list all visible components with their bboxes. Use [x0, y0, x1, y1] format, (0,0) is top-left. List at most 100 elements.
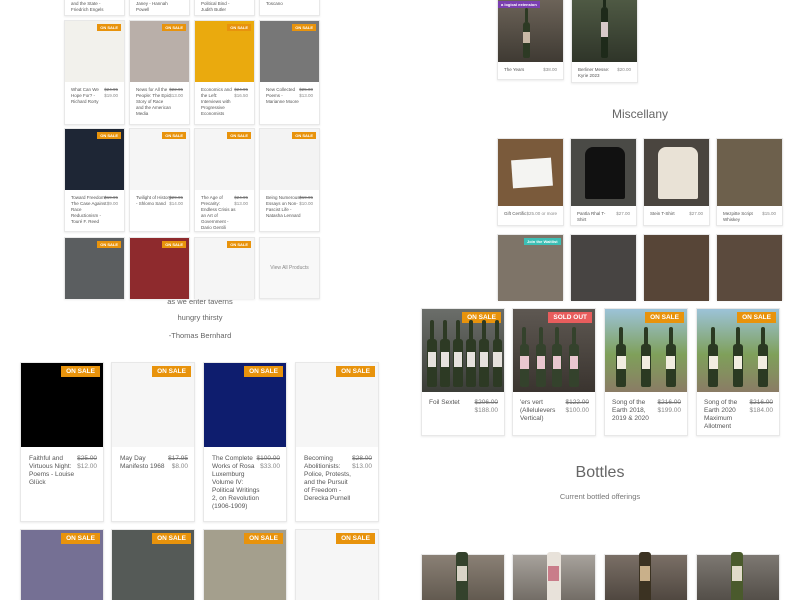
product-card[interactable]: Join the Waitlist [497, 234, 564, 301]
sale-price: $10.00 [299, 201, 313, 206]
product-title: 'ers vert (Allelulevers Vertical) [520, 399, 556, 422]
product-title: News for All the People: The Epic Story … [136, 87, 172, 116]
view-all-products-link[interactable]: View All Products [259, 237, 320, 299]
product-card[interactable] [696, 552, 780, 600]
product-card[interactable]: ON SALE [194, 237, 255, 299]
product-title: Berliner Messe: Kyrie 2023 [578, 67, 610, 78]
product-image: ON SALE [130, 129, 189, 190]
sale-badge: ON SALE [645, 312, 684, 323]
sale-price: $13.00 [169, 93, 183, 98]
product-card[interactable]: ON SALE Economics and the Left: Intervie… [194, 20, 255, 125]
product-title: Economics and the Left: Interviews with … [201, 87, 232, 116]
sale-badge: ON SALE [336, 366, 375, 377]
product-card[interactable]: ON SALE The Age of Precarity: Endless Cr… [194, 128, 255, 232]
product-title: Twilight of History - Shlomo Sand [136, 195, 172, 206]
product-title: What Can We Hope For? - Richard Rorty [71, 87, 99, 104]
product-image [422, 552, 504, 600]
sale-badge: ON SALE [162, 132, 186, 139]
sale-badge: ON SALE [244, 533, 283, 544]
product-title: Foil Sextet [429, 399, 460, 406]
product-title: Pantla Rhal T-Shirt [577, 211, 606, 222]
product-image [605, 552, 687, 600]
product-card[interactable]: ON SALE Being Numerous: Essays on Non-Fa… [259, 128, 320, 232]
product-card[interactable]: Political Bind - Judith Butler [194, 0, 255, 16]
product-card[interactable]: ON SALE [64, 237, 125, 299]
product-card[interactable]: SOLD OUT 'ers vert (Allelulevers Vertica… [512, 308, 596, 436]
product-title: Toscano [266, 1, 283, 6]
product-card[interactable]: ON SALE Song of the Earth 2018, 2019 & 2… [604, 308, 688, 436]
product-image [644, 139, 709, 206]
product-card[interactable]: ON SALE [203, 529, 287, 600]
sale-badge: ON SALE [162, 24, 186, 31]
product-image [498, 139, 563, 206]
product-card[interactable] [643, 234, 710, 301]
product-card[interactable]: ON SALE [129, 237, 190, 299]
sale-price: $12.00 [77, 463, 97, 470]
sale-price: $19.00 [104, 93, 118, 98]
sale-badge: ON SALE [737, 312, 776, 323]
product-title: The Years [504, 67, 525, 72]
product-card[interactable]: ON SALE The Complete Works of Rosa Luxem… [203, 362, 287, 522]
sale-badge: ON SALE [152, 533, 191, 544]
quote-author: -Thomas Bernhard [168, 331, 232, 340]
product-card[interactable]: ON SALE News for All the People: The Epi… [129, 20, 190, 125]
product-card[interactable]: ON SALE Twilight of History - Shlomo San… [129, 128, 190, 232]
product-card[interactable]: ON SALE Becoming Abolitionists: Police, … [295, 362, 379, 522]
bottle-graphic [600, 0, 609, 59]
product-title: The Complete Works of Rosa Luxemburg Vol… [212, 455, 260, 510]
product-image: ON SALE [112, 530, 194, 600]
product-card[interactable]: Berliner Messe: Kyrie 2023 $20.00 [571, 0, 638, 83]
product-title: May Day Manifesto 1968 [120, 455, 165, 470]
product-card[interactable]: ON SALE Foil Sextet $206.00 $188.00 [421, 308, 505, 436]
product-card[interactable]: Gift Certific $25.00 or more [497, 138, 564, 226]
product-card[interactable] [421, 552, 505, 600]
sale-badge: ON SALE [97, 24, 121, 31]
product-image [572, 0, 637, 62]
sale-price: $188.00 [474, 407, 499, 414]
product-card[interactable]: ON SALE Song of the Earth 2020 Maximum A… [696, 308, 780, 436]
product-title: Being Numerous: Essays on Non-Fascist Li… [266, 195, 301, 218]
product-image: ON SALE [195, 129, 254, 190]
price: $27.00 [689, 211, 703, 216]
product-image: ON SALE [195, 21, 254, 82]
product-card[interactable]: Toscano [259, 0, 320, 16]
price: $25.00 or more [526, 211, 557, 216]
original-price: $122.00 [565, 399, 590, 406]
sale-badge: ON SALE [152, 366, 191, 377]
product-image: ON SALE [204, 530, 286, 600]
price: $38.00 [543, 67, 557, 72]
product-card[interactable]: ON SALE May Day Manifesto 1968 $17.95 $8.… [111, 362, 195, 522]
product-card[interactable]: Janey - Hannah Powell [129, 0, 190, 16]
original-price: $206.00 [474, 399, 499, 406]
product-card[interactable]: ON SALE New Collected Poems - Marianne M… [259, 20, 320, 125]
product-title: and the State - Friedrich Engels [71, 1, 104, 12]
product-image [697, 552, 779, 600]
product-card[interactable]: ON SALE Faithful and Virtuous Night: Poe… [20, 362, 104, 522]
product-card[interactable]: ON SALE What Can We Hope For? - Richard … [64, 20, 125, 125]
product-image: ON SALE [260, 21, 319, 82]
quote-line-1: as we enter taverns [167, 297, 233, 306]
product-card[interactable]: Mezpitte Script Whiskey $15.00 [716, 138, 783, 226]
product-card[interactable] [570, 234, 637, 301]
product-card[interactable]: ON SALE [111, 529, 195, 600]
product-image [644, 235, 709, 301]
product-card[interactable] [604, 552, 688, 600]
sale-badge: ON SALE [162, 241, 186, 248]
product-card[interactable]: ON SALE [295, 529, 379, 600]
product-card[interactable]: ON SALE [20, 529, 104, 600]
product-image: ON SALE [21, 530, 103, 600]
product-card[interactable]: and the State - Friedrich Engels [64, 0, 125, 16]
product-title: Political Bind - Judith Butler [201, 1, 230, 12]
product-card[interactable]: Stein T-Shirt $27.00 [643, 138, 710, 226]
product-card[interactable] [716, 234, 783, 301]
product-card[interactable]: a logical extension The Years $38.00 [497, 0, 564, 80]
product-image: Join the Waitlist [498, 235, 563, 301]
product-card[interactable]: Pantla Rhal T-Shirt $27.00 [570, 138, 637, 226]
product-card[interactable]: ON SALE Toward Freedom: The Case Against… [64, 128, 125, 232]
bottles-heading: Bottles [575, 464, 625, 481]
sale-badge: ON SALE [244, 366, 283, 377]
original-price: $17.95 [168, 455, 188, 462]
product-card[interactable] [512, 552, 596, 600]
product-title: Song of the Earth 2020 Maximum Allotment [704, 399, 738, 430]
product-image: ON SALE [422, 309, 504, 392]
